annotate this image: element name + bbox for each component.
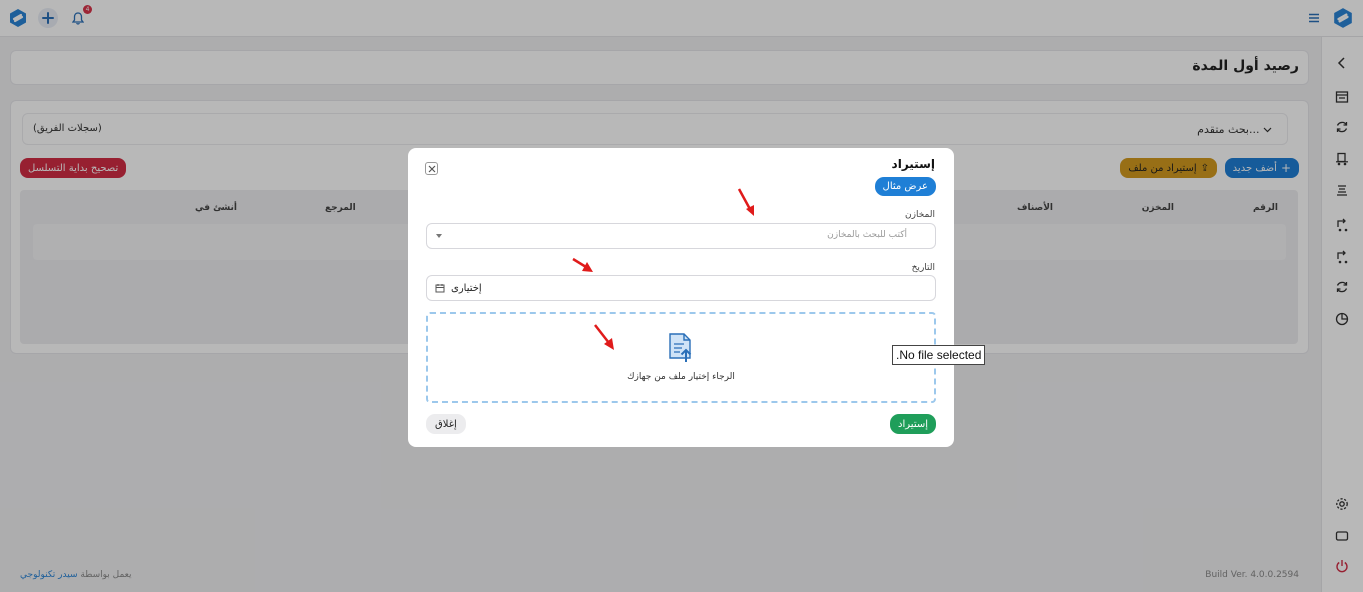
warehouses-label: المخازن	[905, 210, 935, 220]
date-field[interactable]: إختيارى	[426, 275, 936, 301]
modal-title: إستيراد	[891, 157, 935, 171]
import-modal: إستيراد عرض مثال المخازن أكتب للبحث بالم…	[408, 148, 954, 447]
date-value: إختيارى	[451, 283, 482, 294]
dropzone-text: الرجاء إختيار ملف من جهازك	[627, 372, 735, 382]
file-upload-icon	[669, 333, 692, 362]
close-icon[interactable]	[425, 162, 438, 175]
file-input-tooltip: No file selected.	[892, 345, 986, 365]
warehouses-select[interactable]: أكتب للبحث بالمخازن	[426, 223, 936, 249]
annotation-arrow-icon	[572, 257, 593, 272]
file-dropzone[interactable]: الرجاء إختيار ملف من جهازك	[426, 312, 936, 403]
annotation-arrow-icon	[737, 188, 754, 216]
warehouses-placeholder: أكتب للبحث بالمخازن	[827, 230, 907, 240]
close-button[interactable]: إغلاق	[426, 414, 466, 434]
date-label: التاريخ	[911, 263, 935, 273]
import-button[interactable]: إستيراد	[890, 414, 936, 434]
dropdown-arrow-icon	[436, 234, 442, 238]
annotation-arrow-icon	[594, 324, 614, 350]
show-sample-button[interactable]: عرض مثال	[874, 177, 936, 196]
calendar-icon	[435, 284, 445, 293]
